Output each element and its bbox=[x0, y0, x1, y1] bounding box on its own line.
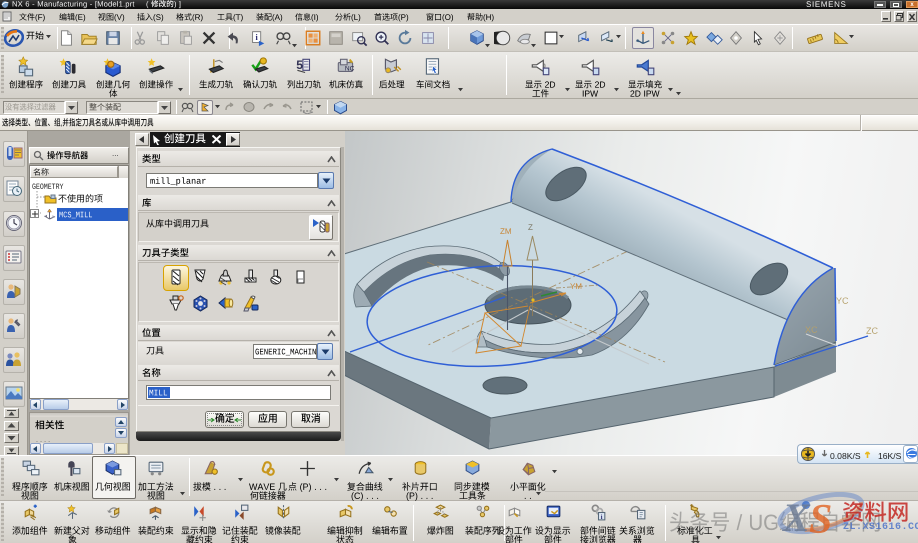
svg-text:X: X bbox=[781, 495, 811, 540]
svg-text:S: S bbox=[809, 497, 832, 543]
svg-text:5: 5 bbox=[296, 58, 303, 72]
svg-text:NC: NC bbox=[345, 65, 355, 72]
svg-text:i: i bbox=[600, 514, 602, 521]
